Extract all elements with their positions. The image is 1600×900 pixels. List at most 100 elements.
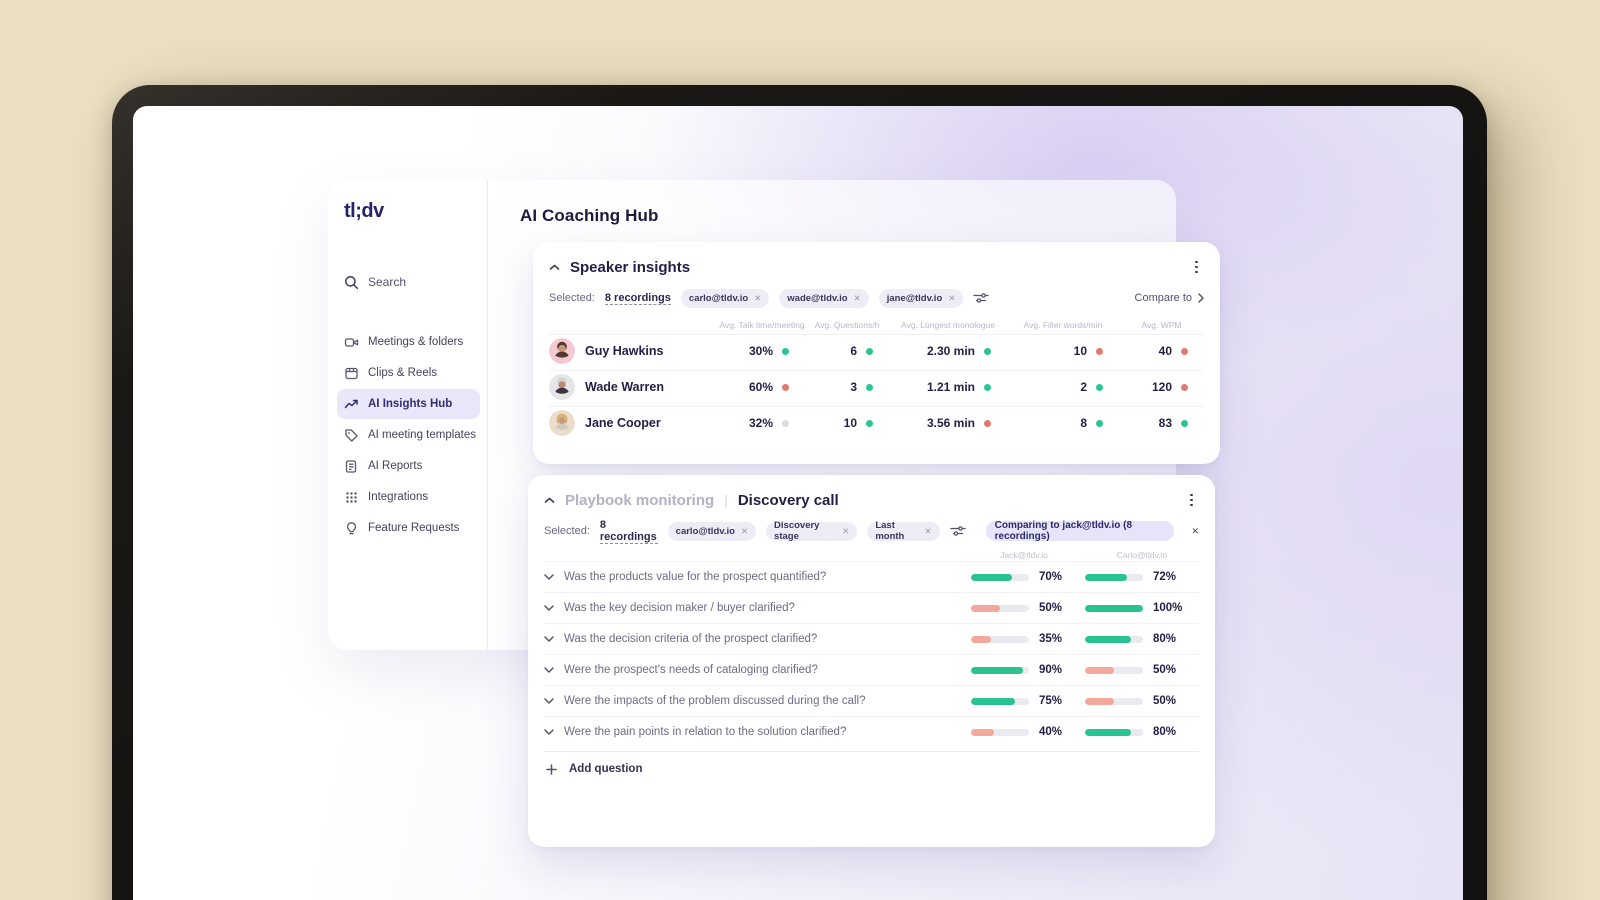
recordings-count-link[interactable]: 8 recordings bbox=[604, 292, 671, 305]
chevron-down-icon[interactable] bbox=[544, 667, 554, 673]
progress-bar bbox=[971, 666, 1029, 674]
progress-bar bbox=[1085, 728, 1143, 736]
sidebar-item-meetings-folders[interactable]: Meetings & folders bbox=[337, 327, 480, 357]
chip-close-icon[interactable]: ✕ bbox=[948, 293, 955, 304]
comparing-to-pill[interactable]: Comparing to jack@tldv.io (8 recordings) bbox=[985, 520, 1175, 542]
filter-icon[interactable] bbox=[949, 525, 966, 537]
progress-bar bbox=[1085, 666, 1143, 674]
chip-close-icon[interactable]: ✕ bbox=[754, 293, 761, 304]
status-dot bbox=[984, 347, 991, 355]
search-label: Search bbox=[368, 275, 407, 289]
chip-close-icon[interactable]: ✕ bbox=[741, 526, 748, 537]
filter-icon[interactable] bbox=[973, 292, 990, 304]
chevron-down-icon[interactable] bbox=[544, 729, 554, 735]
collapse-chevron-up-icon[interactable] bbox=[544, 497, 555, 504]
sidebar-item-integrations[interactable]: Integrations bbox=[337, 482, 480, 512]
status-dot bbox=[866, 383, 873, 391]
search-icon bbox=[345, 275, 359, 289]
question-row[interactable]: Was the decision criteria of the prospec… bbox=[544, 623, 1199, 654]
question-row[interactable]: Was the key decision maker / buyer clari… bbox=[544, 592, 1199, 623]
table-row[interactable]: Wade Warren 60% 3 1.21 min 2 120 bbox=[549, 370, 1204, 403]
status-dot bbox=[866, 419, 873, 427]
progress-bar bbox=[971, 728, 1029, 736]
recordings-count-link[interactable]: 8 recordings bbox=[599, 519, 658, 544]
speaker-table-header: Avg. Talk time/meeting Avg. Questions/h … bbox=[719, 319, 1182, 330]
status-dot bbox=[1096, 419, 1103, 427]
status-dot bbox=[984, 383, 991, 391]
chevron-down-icon[interactable] bbox=[544, 605, 554, 611]
table-row[interactable]: Jane Cooper 32% 10 3.56 min 8 83 bbox=[549, 406, 1204, 439]
progress-bar bbox=[1085, 697, 1143, 705]
progress-bar bbox=[971, 697, 1029, 705]
compare-to-button[interactable]: Compare to bbox=[1135, 292, 1204, 304]
comparing-close-icon[interactable]: ✕ bbox=[1191, 526, 1199, 537]
progress-bar bbox=[971, 573, 1029, 581]
laptop-screen: tl;dv Search Meetings & folders Clips & … bbox=[133, 106, 1463, 900]
status-dot bbox=[782, 383, 789, 391]
chip-close-icon[interactable]: ✕ bbox=[854, 293, 861, 304]
discovery-call-title: Discovery call bbox=[737, 491, 839, 509]
table-row[interactable]: Guy Hawkins 30% 6 2.30 min 10 40 bbox=[549, 334, 1204, 367]
question-row[interactable]: Were the impacts of the problem discusse… bbox=[544, 685, 1199, 716]
chip-close-icon[interactable]: ✕ bbox=[842, 526, 849, 537]
filter-chip-discovery-stage[interactable]: Discovery stage ✕ bbox=[766, 520, 858, 542]
playbook-monitoring-label: Playbook monitoring bbox=[565, 491, 715, 509]
chip-close-icon[interactable]: ✕ bbox=[925, 526, 932, 537]
speaker-insights-title: Speaker insights bbox=[570, 258, 691, 276]
status-dot bbox=[1181, 383, 1188, 391]
filter-chip-wade[interactable]: wade@tldv.io ✕ bbox=[779, 288, 869, 308]
kebab-menu-icon[interactable] bbox=[1189, 257, 1204, 278]
lightbulb-icon bbox=[346, 521, 357, 534]
sidebar-item-feature-requests[interactable]: Feature Requests bbox=[337, 513, 480, 543]
insights-chart-icon bbox=[344, 399, 358, 408]
filter-chip-carlo[interactable]: carlo@tldv.io ✕ bbox=[680, 288, 770, 308]
progress-bar bbox=[1085, 573, 1143, 581]
video-camera-icon bbox=[344, 337, 359, 347]
speaker-insights-panel: Speaker insights Selected: 8 recordings … bbox=[533, 242, 1220, 464]
report-icon bbox=[345, 459, 357, 473]
question-row[interactable]: Were the prospect's needs of cataloging … bbox=[544, 654, 1199, 685]
status-dot bbox=[1181, 347, 1188, 355]
sidebar-item-ai-reports[interactable]: AI Reports bbox=[337, 451, 480, 481]
grid-dots-icon bbox=[346, 491, 357, 503]
clips-icon bbox=[345, 367, 358, 379]
status-dot bbox=[782, 347, 789, 355]
progress-bar bbox=[971, 635, 1029, 643]
status-dot bbox=[1181, 419, 1188, 427]
comparison-column-labels: Jack@tldv.io Carlo@tldv.io bbox=[1000, 550, 1168, 560]
search-input[interactable]: Search bbox=[344, 267, 473, 297]
tag-icon bbox=[345, 428, 358, 442]
status-dot bbox=[782, 419, 789, 427]
sidebar-item-clips-reels[interactable]: Clips & Reels bbox=[337, 358, 480, 388]
sidebar-item-ai-insights-hub[interactable]: AI Insights Hub bbox=[337, 389, 480, 419]
question-row[interactable]: Were the pain points in relation to the … bbox=[544, 716, 1199, 747]
sidebar-item-ai-meeting-templates[interactable]: AI meeting templates bbox=[337, 420, 480, 450]
question-row[interactable]: Was the products value for the prospect … bbox=[544, 561, 1199, 592]
chevron-right-icon bbox=[1198, 293, 1204, 303]
plus-icon bbox=[546, 763, 557, 775]
progress-bar bbox=[1085, 635, 1143, 643]
sidebar: tl;dv Search Meetings & folders Clips & … bbox=[328, 180, 488, 650]
add-question-button[interactable]: Add question bbox=[544, 751, 1199, 779]
selected-label: Selected: bbox=[544, 525, 590, 537]
status-dot bbox=[1096, 347, 1103, 355]
progress-bar bbox=[971, 604, 1029, 612]
collapse-chevron-up-icon[interactable] bbox=[549, 264, 560, 271]
chevron-down-icon[interactable] bbox=[544, 698, 554, 704]
avatar bbox=[549, 338, 575, 364]
tldv-logo: tl;dv bbox=[344, 200, 384, 222]
page-title: AI Coaching Hub bbox=[520, 206, 659, 225]
chevron-down-icon[interactable] bbox=[544, 636, 554, 642]
filter-chip-carlo[interactable]: carlo@tldv.io ✕ bbox=[667, 521, 757, 541]
filter-chip-last-month[interactable]: Last month ✕ bbox=[867, 520, 940, 542]
status-dot bbox=[1096, 383, 1103, 391]
kebab-menu-icon[interactable] bbox=[1184, 490, 1199, 511]
status-dot bbox=[984, 419, 991, 427]
progress-bar bbox=[1085, 604, 1143, 612]
filter-chip-jane[interactable]: jane@tldv.io ✕ bbox=[878, 288, 964, 308]
status-dot bbox=[866, 347, 873, 355]
playbook-monitoring-panel: Playbook monitoring | Discovery call Sel… bbox=[528, 475, 1215, 847]
laptop-frame: tl;dv Search Meetings & folders Clips & … bbox=[112, 85, 1487, 900]
selected-label: Selected: bbox=[549, 292, 595, 304]
chevron-down-icon[interactable] bbox=[544, 574, 554, 580]
